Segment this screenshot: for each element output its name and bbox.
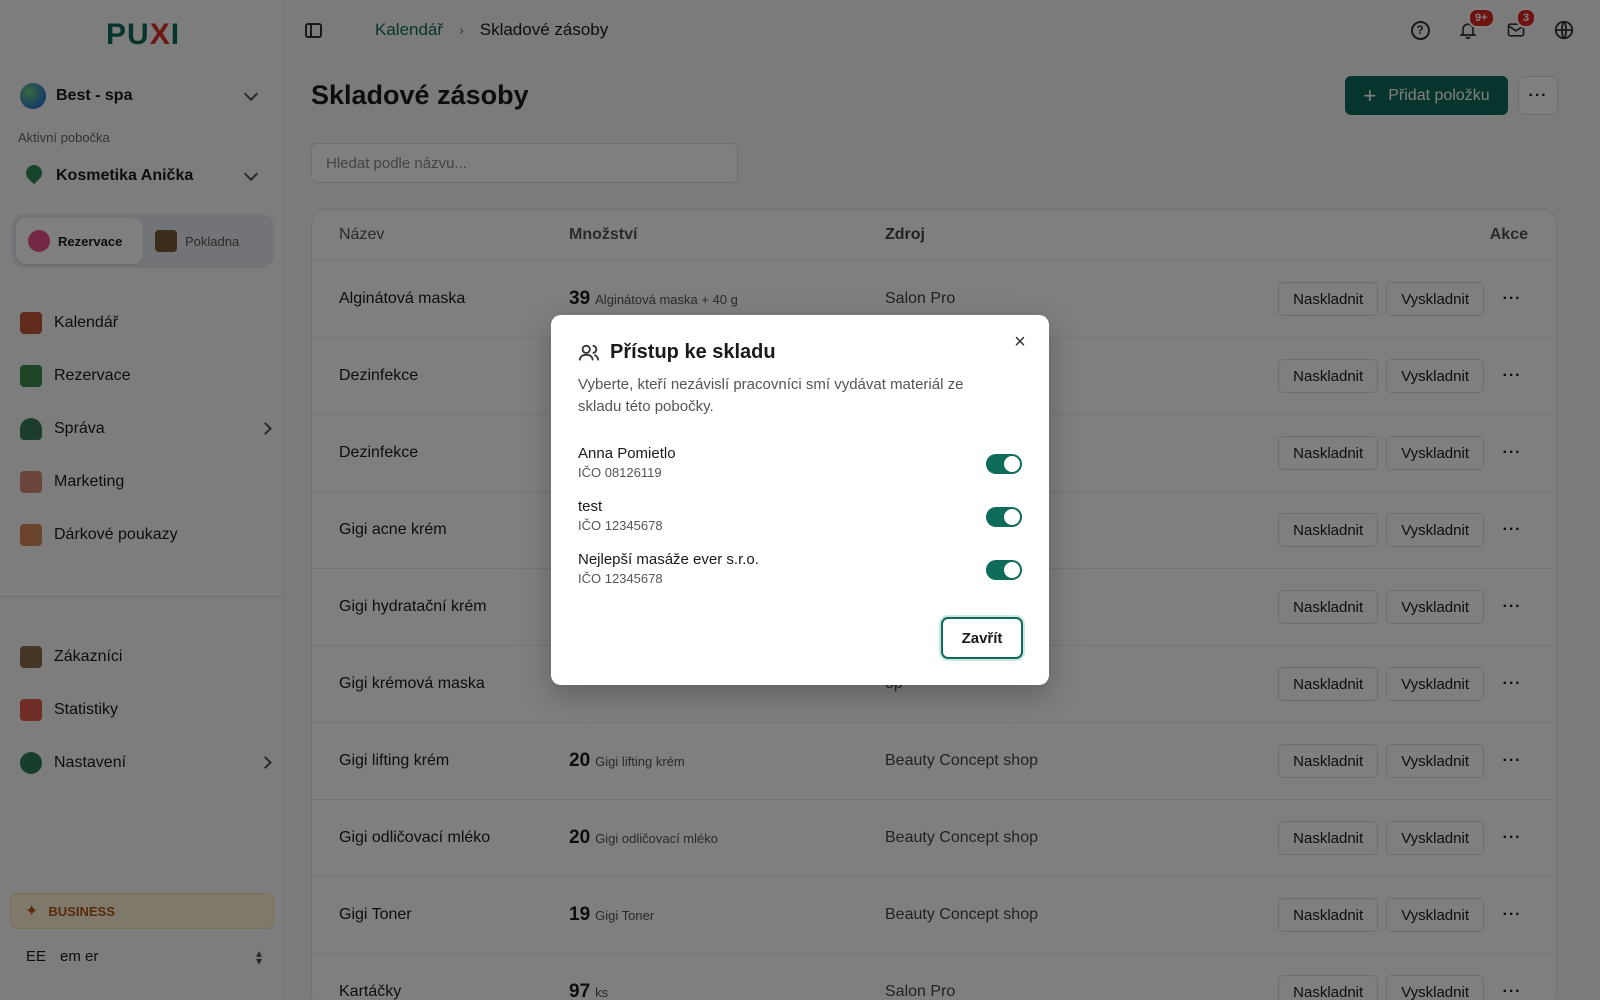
close-button[interactable]: Zavřít (941, 617, 1023, 659)
worker-item: test IČO 12345678 (578, 498, 1022, 551)
close-icon[interactable]: × (1011, 332, 1029, 352)
worker-name: Nejlepší masáže ever s.r.o. (578, 551, 759, 568)
worker-name: Anna Pomietlo (578, 445, 676, 462)
worker-ico: IČO 08126119 (578, 465, 662, 480)
users-icon (578, 344, 600, 360)
worker-access-toggle[interactable] (986, 560, 1022, 580)
worker-item: Nejlepší masáže ever s.r.o. IČO 12345678 (578, 551, 1022, 604)
dialog-header: Přístup ke skladu (578, 341, 776, 364)
worker-access-toggle[interactable] (986, 507, 1022, 527)
worker-item: Anna Pomietlo IČO 08126119 (578, 445, 1022, 498)
stock-access-dialog: × Přístup ke skladu Vyberte, kteří nezáv… (551, 315, 1049, 685)
worker-ico: IČO 12345678 (578, 571, 663, 586)
dialog-title: Přístup ke skladu (610, 341, 776, 363)
worker-ico: IČO 12345678 (578, 518, 663, 533)
worker-name: test (578, 498, 603, 515)
worker-access-toggle[interactable] (986, 454, 1022, 474)
dialog-description: Vyberte, kteří nezávislí pracovníci smí … (578, 376, 964, 415)
worker-list: Anna Pomietlo IČO 08126119 test IČO 1234… (578, 445, 1022, 604)
